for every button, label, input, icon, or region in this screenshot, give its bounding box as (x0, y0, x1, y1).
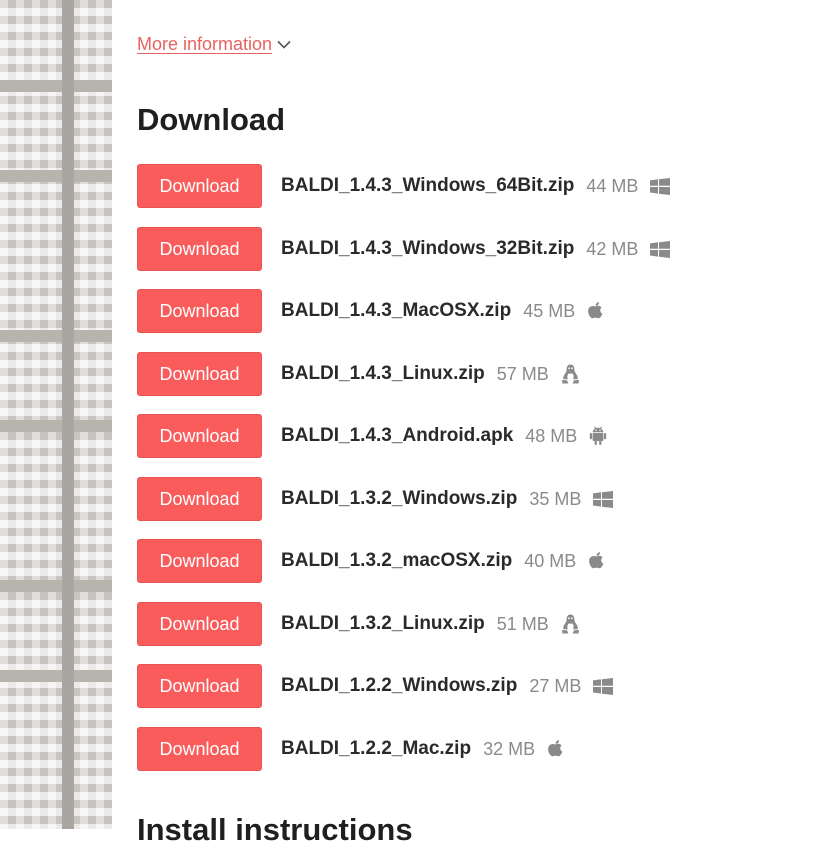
upload-file-size: 48 MB (525, 425, 578, 446)
windows-icon (593, 490, 614, 508)
download-heading: Download (137, 102, 286, 137)
apple-icon (547, 739, 564, 759)
upload-filename: BALDI_1.4.3_Windows_64Bit.zip (281, 175, 575, 196)
upload-row: Download BALDI_1.2.2_Mac.zip 32 MB (137, 727, 564, 771)
download-button[interactable]: Download (137, 289, 262, 333)
linux-icon (561, 364, 580, 384)
upload-file-size: 27 MB (529, 675, 582, 696)
download-button[interactable]: Download (137, 477, 262, 521)
upload-row: Download BALDI_1.3.2_macOSX.zip 40 MB (137, 539, 605, 583)
more-information-label: More information (137, 34, 273, 54)
upload-file-size: 35 MB (529, 488, 582, 509)
download-button[interactable]: Download (137, 227, 262, 271)
more-information-toggle[interactable]: More information (137, 34, 291, 55)
upload-row: Download BALDI_1.4.3_Linux.zip 57 MB (137, 352, 580, 396)
upload-file-size: 44 MB (586, 175, 639, 196)
windows-icon (593, 677, 614, 695)
upload-row: Download BALDI_1.4.3_Windows_32Bit.zip 4… (137, 227, 671, 271)
download-button[interactable]: Download (137, 602, 262, 646)
upload-file-size: 45 MB (523, 300, 576, 321)
upload-row: Download BALDI_1.4.3_MacOSX.zip 45 MB (137, 289, 604, 333)
upload-row: Download BALDI_1.3.2_Windows.zip 35 MB (137, 477, 614, 521)
download-button[interactable]: Download (137, 414, 262, 458)
background-pattern (0, 0, 112, 829)
upload-file-size: 51 MB (496, 613, 549, 634)
upload-filename: BALDI_1.3.2_Linux.zip (281, 613, 485, 634)
upload-filename: BALDI_1.3.2_macOSX.zip (281, 550, 513, 571)
windows-icon (650, 240, 671, 258)
upload-filename: BALDI_1.4.3_Windows_32Bit.zip (281, 238, 575, 259)
chevron-down-icon (277, 40, 291, 49)
upload-file-size: 32 MB (483, 738, 536, 759)
upload-file-size: 40 MB (524, 550, 577, 571)
install-instructions-heading: Install instructions (137, 812, 413, 847)
download-button[interactable]: Download (137, 727, 262, 771)
upload-file-size: 57 MB (496, 363, 549, 384)
upload-filename: BALDI_1.2.2_Windows.zip (281, 675, 518, 696)
apple-icon (587, 301, 604, 321)
upload-file-size: 42 MB (586, 238, 639, 259)
upload-filename: BALDI_1.4.3_MacOSX.zip (281, 300, 512, 321)
windows-icon (650, 177, 671, 195)
upload-filename: BALDI_1.4.3_Android.apk (281, 425, 514, 446)
linux-icon (561, 614, 580, 634)
upload-filename: BALDI_1.2.2_Mac.zip (281, 738, 472, 759)
download-button[interactable]: Download (137, 352, 262, 396)
upload-row: Download BALDI_1.2.2_Windows.zip 27 MB (137, 664, 614, 708)
upload-filename: BALDI_1.3.2_Windows.zip (281, 488, 518, 509)
upload-row: Download BALDI_1.3.2_Linux.zip 51 MB (137, 602, 580, 646)
apple-icon (588, 551, 605, 571)
download-button[interactable]: Download (137, 164, 262, 208)
upload-filename: BALDI_1.4.3_Linux.zip (281, 363, 485, 384)
download-button[interactable]: Download (137, 539, 262, 583)
download-button[interactable]: Download (137, 664, 262, 708)
upload-row: Download BALDI_1.4.3_Windows_64Bit.zip 4… (137, 164, 671, 208)
android-icon (589, 426, 607, 446)
upload-row: Download BALDI_1.4.3_Android.apk 48 MB (137, 414, 607, 458)
